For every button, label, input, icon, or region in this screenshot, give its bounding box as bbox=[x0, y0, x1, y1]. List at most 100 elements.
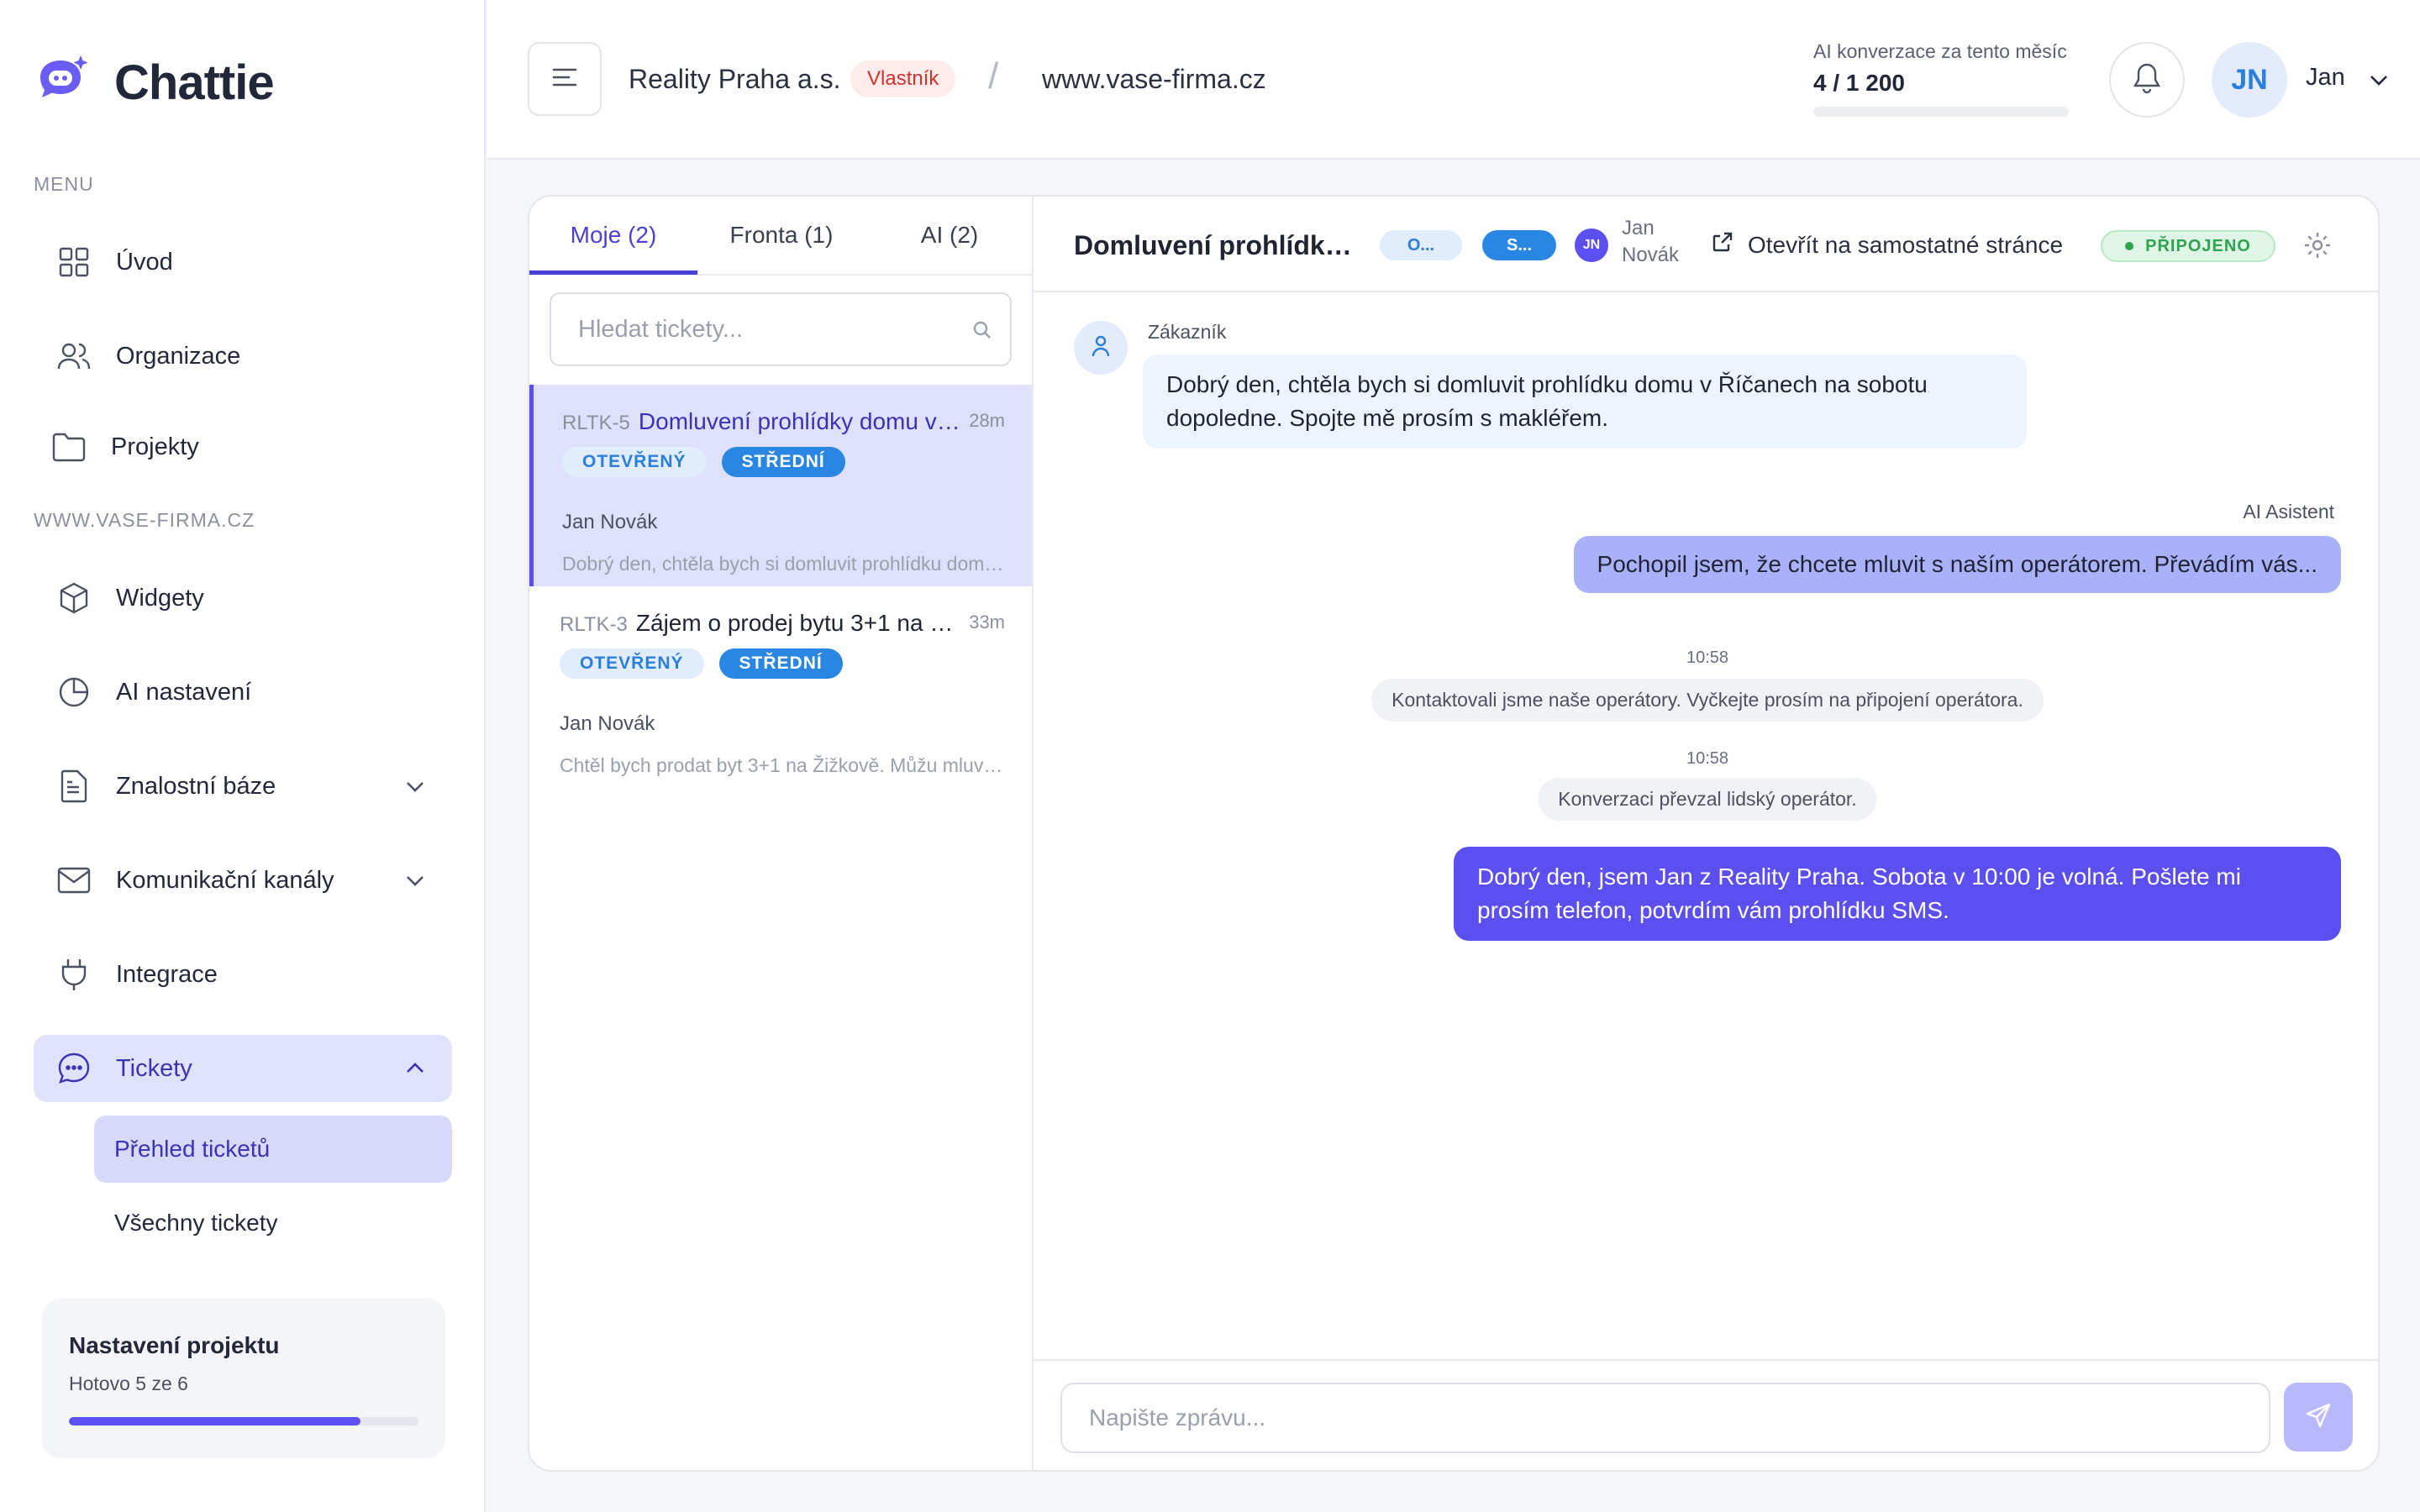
tab-ai[interactable]: AI (2) bbox=[865, 222, 1034, 249]
quota-progress-bar bbox=[1813, 107, 2069, 117]
menu-toggle-button[interactable] bbox=[528, 42, 602, 116]
menu-section-label: MENU bbox=[34, 173, 94, 195]
sidebar-item-widgety[interactable]: Widgety bbox=[34, 564, 452, 632]
document-icon bbox=[55, 768, 92, 805]
sidebar-item-label: Projekty bbox=[111, 433, 199, 460]
sidebar-item-tickety[interactable]: Tickety bbox=[34, 1035, 452, 1102]
ticket-search-input[interactable]: Hledat tickety... bbox=[550, 292, 1012, 366]
message-input[interactable]: Napište zprávu... bbox=[1060, 1383, 2270, 1453]
assignee-avatar: JN bbox=[1575, 228, 1608, 262]
menu-icon bbox=[550, 65, 579, 94]
top-header: Reality Praha a.s. Vlastník / www.vase-f… bbox=[487, 0, 2420, 160]
sidebar-item-ai-nastaveni[interactable]: AI nastavení bbox=[34, 659, 452, 726]
ticket-list-item[interactable]: RLTK-5 Domluvení prohlídky domu v Říčane… bbox=[529, 385, 1032, 586]
search-icon bbox=[971, 319, 993, 341]
tickets-panel: Moje (2) Fronta (1) AI (2) Hledat ticket… bbox=[528, 195, 2380, 1472]
ai-quota: AI konverzace za tento měsíc 4 / 1 200 bbox=[1813, 40, 2074, 117]
bell-icon bbox=[2132, 61, 2162, 99]
ai-message: Pochopil jsem, že chcete mluvit s naším … bbox=[1573, 536, 2341, 593]
priority-badge: STŘEDNÍ bbox=[718, 648, 843, 679]
sidebar-item-znalostni-baze[interactable]: Znalostní báze bbox=[34, 753, 452, 820]
system-message: Konverzaci převzal lidský operátor. bbox=[1538, 778, 1877, 821]
grid-icon bbox=[55, 244, 92, 281]
user-avatar[interactable]: JN bbox=[2212, 42, 2287, 118]
plug-icon bbox=[55, 956, 92, 993]
customer-label: Zákazník bbox=[1148, 321, 1227, 343]
sidebar-item-organizace[interactable]: Organizace bbox=[34, 323, 452, 390]
ticket-author: Jan Novák bbox=[562, 511, 658, 533]
priority-badge[interactable]: S... bbox=[1482, 230, 1556, 260]
sidebar-item-komunikacni-kanaly[interactable]: Komunikační kanály bbox=[34, 847, 452, 914]
mail-icon bbox=[55, 862, 92, 899]
logo[interactable]: Chattie bbox=[34, 52, 275, 113]
project-setup-card[interactable]: Nastavení projektu Hotovo 5 ze 6 bbox=[42, 1299, 445, 1458]
operator-message: Dobrý den, jsem Jan z Reality Praha. Sob… bbox=[1454, 847, 2341, 941]
user-name[interactable]: Jan bbox=[2306, 64, 2345, 92]
message-composer: Napište zprávu... bbox=[1034, 1359, 2378, 1470]
quota-label: AI konverzace za tento měsíc bbox=[1813, 40, 2067, 62]
status-badge: OTEVŘENÝ bbox=[562, 447, 707, 477]
ticket-age: 28m bbox=[969, 410, 1005, 431]
ticket-author: Jan Novák bbox=[560, 712, 655, 735]
composer-placeholder: Napište zprávu... bbox=[1089, 1404, 1266, 1431]
customer-avatar bbox=[1074, 321, 1128, 375]
customer-message: Dobrý den, chtěla bych si domluvit prohl… bbox=[1143, 354, 2027, 449]
ticket-tabs: Moje (2) Fronta (1) AI (2) bbox=[529, 197, 1034, 276]
sidebar-item-label: Komunikační kanály bbox=[116, 866, 334, 894]
sidebar-item-projekty[interactable]: Projekty bbox=[34, 413, 452, 480]
gear-icon[interactable] bbox=[2302, 230, 2333, 260]
setup-progress-fill bbox=[69, 1417, 360, 1425]
chat-title: Domluvení prohlídky domu v Říčanech bbox=[1074, 230, 1360, 260]
open-link-label: Otevřít na samostatné stránce bbox=[1748, 231, 2064, 258]
sidebar-subitem-vsechny-tickety[interactable]: Všechny tickety bbox=[94, 1189, 452, 1257]
chevron-down-icon bbox=[402, 867, 429, 894]
setup-progress-bar bbox=[69, 1417, 418, 1425]
external-link-icon bbox=[1711, 230, 1734, 260]
search-placeholder: Hledat tickety... bbox=[578, 315, 744, 343]
chat-header: Domluvení prohlídky domu v Říčanech O...… bbox=[1034, 197, 2378, 292]
send-button[interactable] bbox=[2284, 1383, 2353, 1452]
chattie-logo-icon bbox=[34, 52, 94, 113]
message-timestamp: 10:58 bbox=[1686, 648, 1729, 667]
sidebar-item-label: Znalostní báze bbox=[116, 772, 276, 800]
ticket-id: RLTK-5 bbox=[562, 412, 630, 434]
send-icon bbox=[2304, 1401, 2333, 1434]
notifications-button[interactable] bbox=[2109, 42, 2185, 118]
sidebar-item-label: Úvod bbox=[116, 248, 173, 276]
app-root: Chattie MENU Úvod Organizace Projekty WW… bbox=[0, 0, 2420, 1512]
status-badge: OTEVŘENÝ bbox=[560, 648, 704, 679]
setup-title: Nastavení projektu bbox=[69, 1332, 280, 1358]
sidebar-subitem-prehled-ticketu[interactable]: Přehled ticketů bbox=[94, 1116, 452, 1183]
sidebar-item-label: Widgety bbox=[116, 584, 204, 612]
ticket-list-item[interactable]: RLTK-3 Zájem o prodej bytu 3+1 na Žižkov… bbox=[529, 586, 1032, 788]
sidebar-item-uvod[interactable]: Úvod bbox=[34, 228, 452, 296]
sidebar: Chattie MENU Úvod Organizace Projekty WW… bbox=[0, 0, 486, 1512]
message-timestamp: 10:58 bbox=[1686, 749, 1729, 768]
project-domain[interactable]: www.vase-firma.cz bbox=[1042, 64, 1266, 95]
chat-bubble-icon bbox=[55, 1050, 92, 1087]
setup-progress-text: Hotovo 5 ze 6 bbox=[69, 1373, 188, 1394]
sidebar-item-label: Integrace bbox=[116, 960, 218, 988]
ticket-id: RLTK-3 bbox=[560, 613, 628, 636]
tab-moje[interactable]: Moje (2) bbox=[529, 222, 697, 249]
pie-chart-icon bbox=[55, 674, 92, 711]
app-name: Chattie bbox=[114, 55, 275, 110]
tab-fronta[interactable]: Fronta (1) bbox=[697, 222, 865, 249]
org-name[interactable]: Reality Praha a.s. bbox=[629, 64, 841, 95]
user-icon bbox=[1090, 334, 1112, 362]
folder-icon bbox=[50, 428, 87, 465]
users-icon bbox=[55, 338, 92, 375]
quota-value: 4 / 1 200 bbox=[1813, 70, 1905, 96]
cube-icon bbox=[55, 580, 92, 617]
chevron-down-icon[interactable] bbox=[2366, 67, 2391, 92]
status-badge[interactable]: O... bbox=[1380, 230, 1462, 260]
sidebar-item-label: AI nastavení bbox=[116, 678, 252, 706]
priority-badge: STŘEDNÍ bbox=[721, 447, 845, 477]
sidebar-item-integrace[interactable]: Integrace bbox=[34, 941, 452, 1008]
sidebar-item-label: Tickety bbox=[116, 1054, 192, 1082]
ai-assistant-label: AI Asistent bbox=[2243, 501, 2334, 522]
breadcrumb-separator: / bbox=[988, 55, 999, 97]
open-standalone-link[interactable]: Otevřít na samostatné stránce bbox=[1711, 230, 2063, 260]
ticket-preview: Chtěl bych prodat byt 3+1 na Žižkově. Mů… bbox=[560, 754, 1005, 776]
assignee-name: Jan Novák bbox=[1622, 217, 1680, 266]
